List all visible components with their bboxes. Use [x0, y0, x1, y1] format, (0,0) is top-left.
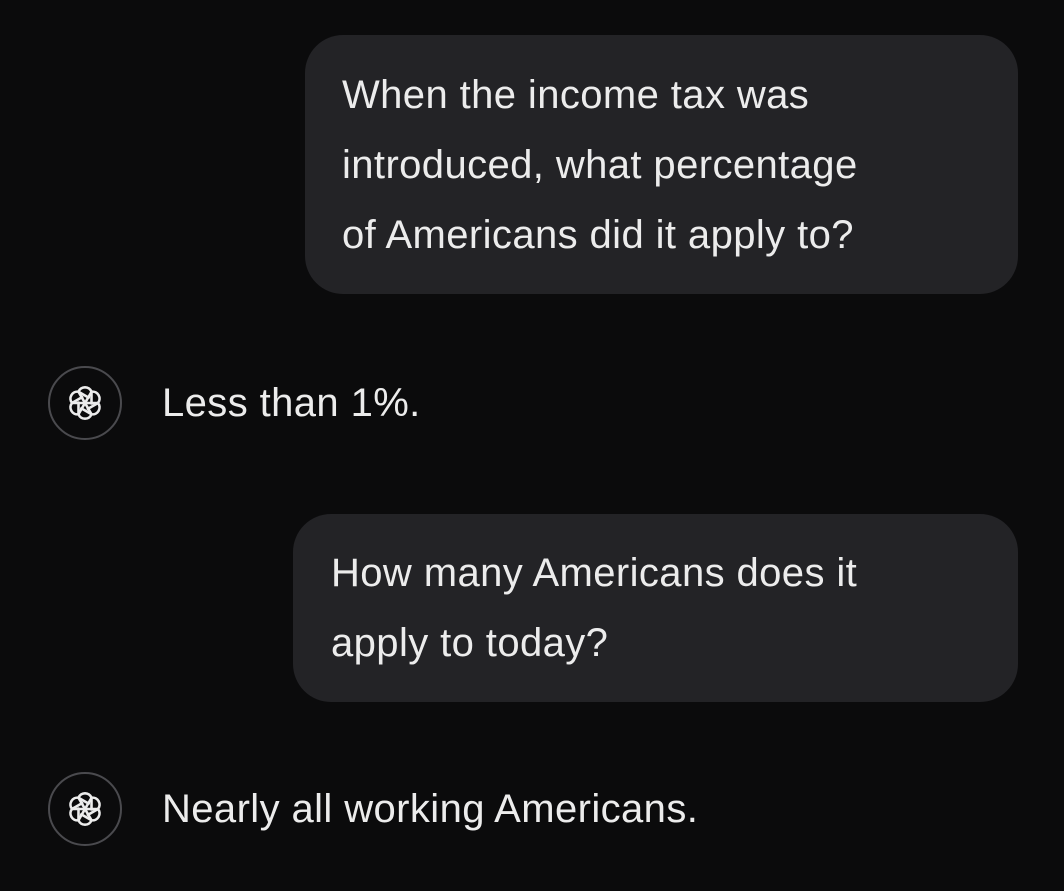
message-text-line: How many Americans does it — [331, 551, 858, 595]
assistant-avatar — [48, 772, 122, 846]
user-message-bubble: How many Americans does it apply to toda… — [293, 514, 1018, 702]
assistant-message: Nearly all working Americans. — [48, 772, 698, 846]
assistant-message-text: Less than 1%. — [162, 380, 421, 425]
message-text-line: of Americans did it apply to? — [342, 213, 854, 257]
message-text-line: introduced, what percentage — [342, 143, 858, 187]
user-message-bubble: When the income tax was introduced, what… — [305, 35, 1018, 294]
assistant-avatar — [48, 366, 122, 440]
openai-logo-icon — [66, 386, 104, 421]
openai-logo-icon — [66, 792, 104, 827]
assistant-message: Less than 1%. — [48, 366, 421, 440]
message-text-line: When the income tax was — [342, 73, 810, 117]
assistant-message-text: Nearly all working Americans. — [162, 786, 699, 831]
message-text-line: apply to today? — [331, 621, 609, 665]
